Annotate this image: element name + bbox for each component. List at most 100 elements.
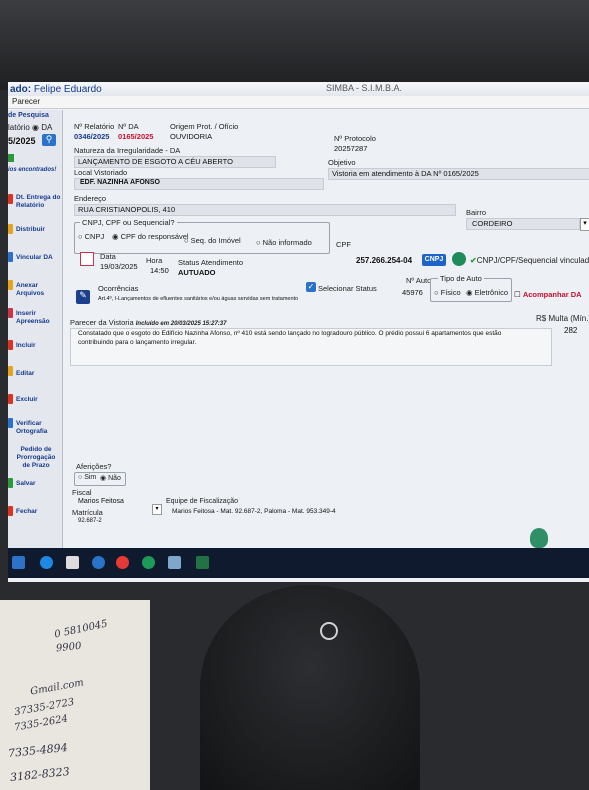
- parecer-text-line2: contribuindo para o lançamento irregular…: [78, 339, 197, 346]
- matricula-label: Matrícula: [72, 508, 103, 517]
- ok-icon: [8, 154, 14, 162]
- radio-cnpj[interactable]: ○ CNPJ: [78, 232, 104, 241]
- calendar-icon[interactable]: [80, 252, 94, 266]
- local-label: Local Vistoriado: [74, 168, 128, 177]
- relatorio-label: latório ◉ DA: [8, 123, 53, 132]
- endereco-value: RUA CRISTIANOPOLIS, 410: [78, 205, 176, 214]
- link-icon: [8, 252, 13, 262]
- sidebar-item-prorrogacao[interactable]: Pedido de Prorrogação de Prazo: [14, 446, 58, 470]
- radio-cpf[interactable]: ◉ CPF do responsável: [112, 232, 189, 241]
- sidebar-item-salvar[interactable]: Salvar: [16, 480, 66, 488]
- monitor-bezel: [0, 0, 589, 90]
- cpf-label: CPF: [336, 240, 351, 249]
- selecionar-status-checkbox[interactable]: ✓: [306, 282, 316, 292]
- note-line-7: 3182-8323: [9, 764, 71, 785]
- browser-icon[interactable]: [40, 556, 53, 569]
- edge-icon[interactable]: [142, 556, 155, 569]
- multa-label: R$ Multa (Mín.): [536, 314, 589, 323]
- fiscal-value[interactable]: Marios Feitosa: [78, 498, 124, 505]
- edit-icon: [8, 366, 13, 376]
- note-line-6: 7335-4894: [7, 740, 69, 761]
- hora-value[interactable]: 14:50: [150, 266, 169, 275]
- sidebar-item-anexar[interactable]: Anexar Arquivos: [16, 282, 66, 298]
- radio-seq[interactable]: ○ Seq. do Imóvel: [184, 236, 241, 245]
- sidebar-item-distribuir[interactable]: Distribuir: [16, 226, 66, 234]
- data-label: Data: [100, 252, 116, 261]
- parecer-text-line1: Constatado que o esgoto do Edifício Nazi…: [78, 330, 502, 337]
- sidebar-item-excluir[interactable]: Excluir: [16, 396, 66, 404]
- afericoes-label: Aferições?: [76, 462, 112, 471]
- parecer-label: Parecer da Vistoria Incluído em 20/03/20…: [70, 318, 227, 327]
- sidebar-item-fechar[interactable]: Fechar: [16, 508, 66, 516]
- sidebar: de Pesquisa latório ◉ DA 5/2025 ⚲ ios en…: [8, 110, 63, 550]
- settings-icon[interactable]: [92, 556, 105, 569]
- avatar-icon[interactable]: [530, 528, 548, 548]
- sidebar-item-vincular[interactable]: Vincular DA: [16, 254, 66, 262]
- search-date[interactable]: 5/2025: [8, 136, 36, 146]
- n-da-value: 0165/2025: [118, 132, 154, 141]
- attach-icon: [8, 280, 13, 290]
- vehicle-icon[interactable]: [452, 252, 466, 266]
- seizure-icon: [8, 308, 13, 318]
- origem-label: Origem Prot. / Ofício: [170, 122, 239, 131]
- hora-label: Hora: [146, 256, 163, 265]
- selecionar-status-label: Selecionar Status: [318, 284, 377, 293]
- fiscal-label: Fiscal: [72, 488, 92, 497]
- found-label: ios encontrados!: [8, 167, 57, 173]
- vinculado-status: ✔CNPJ/CPF/Sequencial vinculado: [470, 256, 589, 265]
- sidebar-item-incluir[interactable]: Incluir: [16, 342, 66, 350]
- n-relatorio-label: Nº Relatório: [74, 122, 115, 131]
- app-icon[interactable]: [168, 556, 181, 569]
- form-area: Nº Relatório 0346/2025 Nº DA 0165/2025 O…: [66, 110, 589, 550]
- monitor-stand: [200, 585, 420, 790]
- n-auto-label: Nº Auto: [406, 276, 432, 285]
- app-title: SIMBA - S.I.M.B.A.: [326, 83, 403, 93]
- tipo-auto-label: Tipo de Auto: [438, 274, 484, 283]
- natureza-value: LANÇAMENTO DE ESGOTO A CÉU ABERTO: [78, 157, 233, 166]
- equipe-label: Equipe de Fiscalização: [166, 498, 238, 505]
- natureza-label: Natureza da Irregularidade - DA: [74, 146, 181, 155]
- status-value[interactable]: AUTUADO: [178, 268, 216, 277]
- search-icon[interactable]: ⚲: [42, 134, 56, 146]
- menu-bar: Parecer: [8, 96, 589, 109]
- protocolo-value: 20257287: [334, 144, 368, 153]
- start-icon[interactable]: [12, 556, 25, 569]
- taskbar: [8, 548, 589, 578]
- ocorrencias-label: Ocorrências: [98, 284, 139, 293]
- radio-fisico[interactable]: ○ Físico: [434, 288, 461, 297]
- bairro-label: Bairro: [466, 208, 487, 217]
- file-explorer-icon[interactable]: [66, 556, 79, 569]
- cnpj-button[interactable]: CNPJ: [422, 254, 446, 266]
- sidebar-item-dt-entrega[interactable]: Dt. Entrega do Relatório: [16, 194, 66, 210]
- radio-eletronico[interactable]: ◉ Eletrônico: [466, 288, 508, 297]
- calendar-icon: [8, 194, 13, 204]
- cnpj-group-label: CNPJ, CPF ou Sequencial?: [80, 218, 177, 227]
- monitor-logo-icon: [320, 622, 338, 640]
- bairro-dropdown-icon[interactable]: ▾: [580, 218, 589, 231]
- radio-nao-afericao[interactable]: ◉ Não: [100, 474, 121, 482]
- distribute-icon: [8, 224, 13, 234]
- local-value: EDF. NAZINHA AFONSO: [80, 179, 160, 186]
- data-value[interactable]: 19/03/2025: [100, 262, 138, 271]
- note-line-1: 0 5810045: [53, 618, 109, 641]
- add-icon: [8, 340, 13, 350]
- matricula-value: 92.687-2: [78, 518, 102, 524]
- pen-icon[interactable]: ✎: [76, 290, 90, 304]
- fiscal-dropdown-icon[interactable]: ▾: [152, 504, 162, 515]
- radio-sim[interactable]: ○ Sim: [78, 474, 96, 481]
- objetivo-label: Objetivo: [328, 158, 356, 167]
- sidebar-item-apreensao[interactable]: Inserir Apreensão: [16, 310, 66, 326]
- excel-icon[interactable]: [196, 556, 209, 569]
- close-icon: [8, 506, 13, 516]
- delete-icon: [8, 394, 13, 404]
- spellcheck-icon: [8, 418, 13, 428]
- radio-da[interactable]: ◉: [32, 123, 39, 132]
- sidebar-item-editar[interactable]: Editar: [16, 370, 66, 378]
- chrome-icon[interactable]: [116, 556, 129, 569]
- radio-nao-informado[interactable]: ○ Não informado: [256, 238, 312, 247]
- note-line-3: Gmail.com: [29, 677, 85, 698]
- acompanhar-da[interactable]: ☐ Acompanhar DA: [514, 290, 582, 299]
- sidebar-item-ortografia[interactable]: Verificar Ortografia: [16, 420, 66, 436]
- save-icon: [8, 478, 13, 488]
- menu-parecer[interactable]: Parecer: [12, 97, 40, 106]
